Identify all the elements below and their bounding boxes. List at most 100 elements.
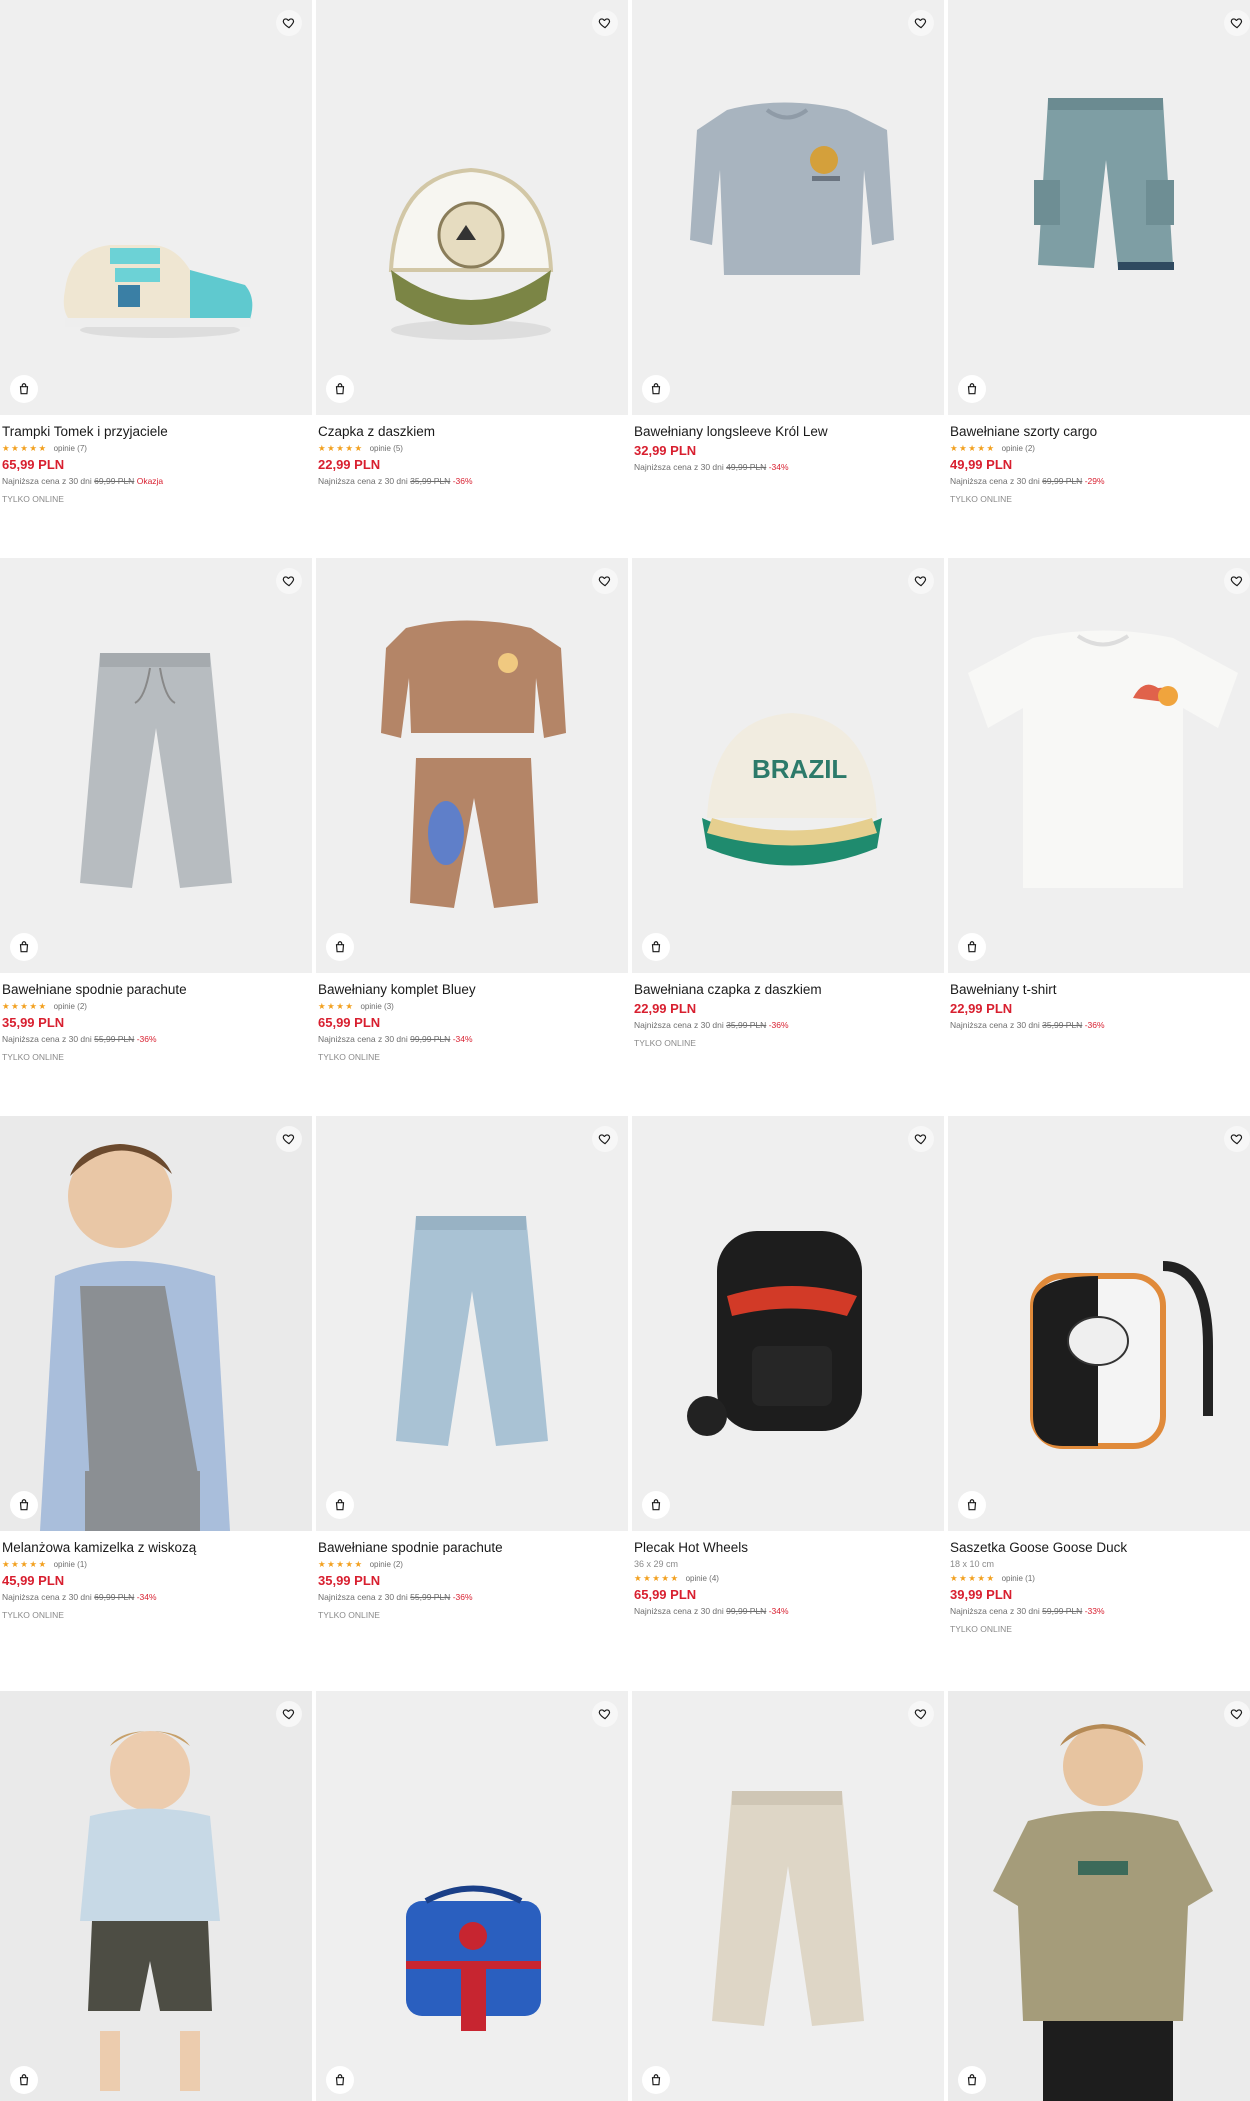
heart-icon[interactable] <box>1224 568 1250 594</box>
product-image[interactable] <box>0 0 312 415</box>
lowest-price-info: Najniższa cena z 30 dni 99,99 PLN -34% <box>634 1605 940 1617</box>
heart-icon[interactable] <box>592 10 618 36</box>
product-name[interactable]: Bawełniany t-shirt <box>950 981 1250 998</box>
heart-icon[interactable] <box>908 1126 934 1152</box>
product-price: 22,99 PLN <box>634 1001 697 1016</box>
heart-icon[interactable] <box>1224 1701 1250 1727</box>
product-image[interactable]: BRAZIL <box>632 558 944 973</box>
product-image[interactable] <box>316 1691 628 2101</box>
heart-icon[interactable] <box>592 1701 618 1727</box>
product-name[interactable]: Bawełniany longsleeve Król Lew <box>634 423 940 440</box>
product-name[interactable]: Melanżowa kamizelka z wiskozą <box>2 1539 308 1556</box>
product-info: Bawełniane spodnie parachute ★★★★★ opinie … <box>318 1539 624 1621</box>
star-icons: ★★★★★ <box>950 442 996 453</box>
bag-icon[interactable] <box>642 375 670 403</box>
discount-badge: -36% <box>136 1034 157 1044</box>
product-image[interactable] <box>632 1116 944 1531</box>
product-photo <box>0 1691 312 2101</box>
bag-icon[interactable] <box>326 933 354 961</box>
product-image[interactable] <box>0 1691 312 2101</box>
product-image[interactable] <box>948 558 1250 973</box>
product-name[interactable]: Czapka z daszkiem <box>318 423 624 440</box>
product-image[interactable] <box>632 1691 944 2101</box>
product-photo <box>712 1791 864 2026</box>
review-count[interactable]: opinie (5) <box>370 444 403 453</box>
product-image[interactable] <box>948 1116 1250 1531</box>
product-image[interactable] <box>632 0 944 415</box>
bag-icon[interactable] <box>326 375 354 403</box>
online-only-badge: TYLKO ONLINE <box>2 494 64 504</box>
heart-icon[interactable] <box>276 1701 302 1727</box>
product-info: Trampki Tomek i przyjaciele ★★★★★ opinie (… <box>2 423 308 505</box>
product-name[interactable]: Plecak Hot Wheels <box>634 1539 940 1556</box>
bag-icon[interactable] <box>10 933 38 961</box>
product-image[interactable] <box>316 558 628 973</box>
product-price: 22,99 PLN <box>950 1001 1013 1016</box>
bag-icon[interactable] <box>642 1491 670 1519</box>
product-photo <box>396 1216 548 1446</box>
product-name[interactable]: Trampki Tomek i przyjaciele <box>2 423 308 440</box>
heart-icon[interactable] <box>276 1126 302 1152</box>
bag-icon[interactable] <box>326 1491 354 1519</box>
heart-icon[interactable] <box>1224 1126 1250 1152</box>
lowest-price-label: Najniższa cena z 30 dni <box>950 1606 1040 1616</box>
product-image[interactable] <box>316 0 628 415</box>
product-image[interactable] <box>948 1691 1250 2101</box>
bag-icon[interactable] <box>958 375 986 403</box>
lowest-price-label: Najniższa cena z 30 dni <box>634 462 724 472</box>
bag-icon[interactable] <box>958 2066 986 2094</box>
product-name[interactable]: Saszetka Goose Goose Duck <box>950 1539 1250 1556</box>
product-info: Plecak Hot Wheels 36 x 29 cm ★★★★★ opinie (… <box>634 1539 940 1617</box>
heart-icon[interactable] <box>592 1126 618 1152</box>
lowest-price-info: Najniższa cena z 30 dni 69,99 PLN Okazja <box>2 475 308 487</box>
bag-icon[interactable] <box>10 375 38 403</box>
review-count[interactable]: opinie (2) <box>1002 444 1035 453</box>
product-name[interactable]: Bawełniane spodnie parachute <box>318 1539 624 1556</box>
bag-icon[interactable] <box>10 2066 38 2094</box>
product-image[interactable] <box>948 0 1250 415</box>
product-image[interactable] <box>0 1116 312 1531</box>
bag-icon[interactable] <box>642 933 670 961</box>
review-count[interactable]: opinie (7) <box>54 444 87 453</box>
product-price: 65,99 PLN <box>634 1587 697 1602</box>
heart-icon[interactable] <box>908 568 934 594</box>
bag-icon[interactable] <box>642 2066 670 2094</box>
bag-icon[interactable] <box>10 1491 38 1519</box>
star-icons: ★★★★★ <box>2 442 48 453</box>
lowest-price-label: Najniższa cena z 30 dni <box>318 476 408 486</box>
review-count[interactable]: opinie (1) <box>54 1560 87 1569</box>
bag-icon[interactable] <box>958 933 986 961</box>
product-name[interactable]: Bawełniana czapka z daszkiem <box>634 981 940 998</box>
heart-icon[interactable] <box>276 568 302 594</box>
discount-badge: -34% <box>768 462 789 472</box>
star-icons: ★★★★★ <box>318 1558 364 1569</box>
review-count[interactable]: opinie (1) <box>1002 1574 1035 1583</box>
product-name[interactable]: Bawełniane spodnie parachute <box>2 981 308 998</box>
review-count[interactable]: opinie (2) <box>54 1002 87 1011</box>
rating: ★★★★★ opinie (2) <box>318 1558 624 1570</box>
product-info: Bawełniane szorty cargo ★★★★★ opinie (2) 49… <box>950 423 1250 505</box>
review-count[interactable]: opinie (2) <box>370 1560 403 1569</box>
product-name[interactable]: Bawełniany komplet Bluey <box>318 981 624 998</box>
product-info: Saszetka Goose Goose Duck 18 x 10 cm ★★★★★… <box>950 1539 1250 1635</box>
bag-icon[interactable] <box>958 1491 986 1519</box>
heart-icon[interactable] <box>908 10 934 36</box>
review-count[interactable]: opinie (4) <box>686 1574 719 1583</box>
product-info: Bawełniany komplet Bluey ★★★★ opinie (3) 65… <box>318 981 624 1063</box>
product-image[interactable] <box>0 558 312 973</box>
old-price: 59,99 PLN <box>1042 1606 1083 1616</box>
heart-icon[interactable] <box>276 10 302 36</box>
product-image[interactable] <box>316 1116 628 1531</box>
product-name[interactable]: Bawełniane szorty cargo <box>950 423 1250 440</box>
rating: ★★★★★ opinie (1) <box>950 1572 1250 1584</box>
heart-icon[interactable] <box>1224 10 1250 36</box>
lowest-price-info: Najniższa cena z 30 dni 35,99 PLN -36% <box>950 1019 1250 1031</box>
product-price: 35,99 PLN <box>2 1015 65 1030</box>
heart-icon[interactable] <box>592 568 618 594</box>
discount-badge: -36% <box>452 1592 473 1602</box>
heart-icon[interactable] <box>908 1701 934 1727</box>
discount-badge: -34% <box>136 1592 157 1602</box>
review-count[interactable]: opinie (3) <box>360 1002 393 1011</box>
bag-icon[interactable] <box>326 2066 354 2094</box>
discount-badge: -33% <box>1084 1606 1105 1616</box>
